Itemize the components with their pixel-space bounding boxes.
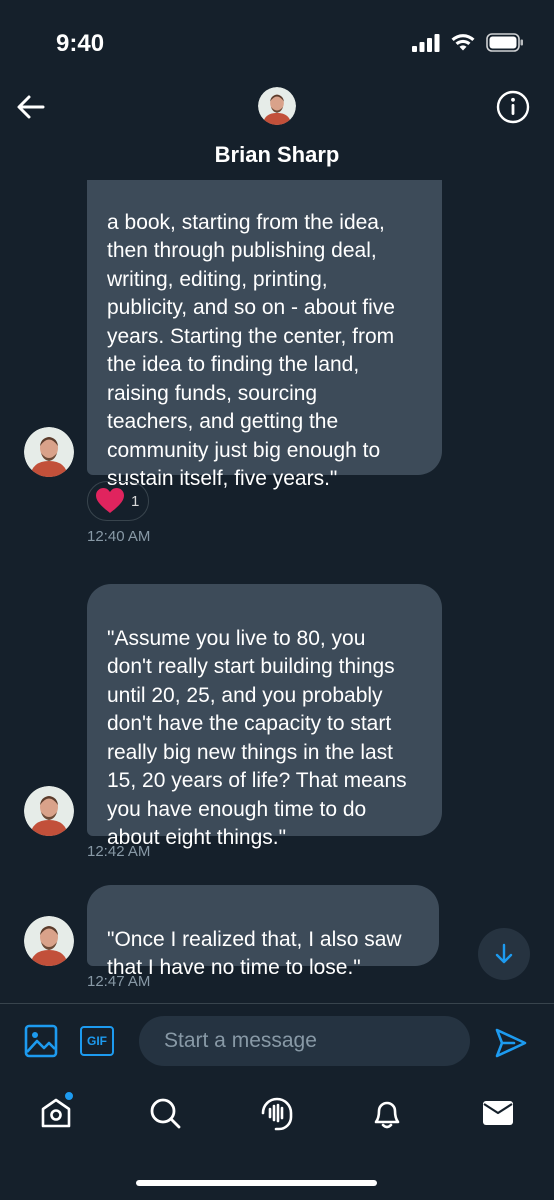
avatar[interactable]	[24, 786, 74, 836]
search-icon	[150, 1098, 181, 1129]
avatar[interactable]	[24, 916, 74, 966]
arrow-down-icon	[495, 943, 513, 964]
message-timestamp: 12:40 AM	[87, 528, 151, 545]
tab-spaces[interactable]	[259, 1095, 295, 1131]
gif-button[interactable]: GIF	[80, 1026, 114, 1056]
avatar-image	[24, 427, 74, 477]
message-input[interactable]: Start a message	[139, 1016, 470, 1066]
home-icon	[41, 1098, 71, 1128]
signal-icon	[412, 33, 440, 57]
message-text: a book, starting from the idea, then thr…	[107, 210, 395, 491]
avatar-image	[24, 916, 74, 966]
message-text: "Once I realized that, I also saw that I…	[107, 927, 402, 980]
status-time: 9:40	[56, 30, 105, 57]
spaces-icon	[261, 1097, 293, 1131]
image-icon	[24, 1024, 58, 1058]
avatar[interactable]	[24, 427, 74, 477]
tab-home[interactable]	[38, 1091, 74, 1131]
battery-icon	[486, 33, 524, 57]
avatar-image	[24, 786, 74, 836]
tab-search[interactable]	[147, 1095, 183, 1131]
wifi-icon	[450, 33, 476, 57]
message-timestamp: 12:47 AM	[87, 973, 151, 990]
contact-name[interactable]: Brian Sharp	[0, 142, 554, 168]
tab-bar	[0, 1080, 554, 1150]
arrow-left-icon	[17, 95, 45, 119]
scroll-to-bottom-button[interactable]	[478, 928, 530, 980]
status-bar: 9:40	[0, 0, 554, 80]
message-composer: GIF Start a message	[0, 1003, 554, 1078]
contact-avatar[interactable]	[258, 87, 296, 125]
heart-icon	[96, 488, 124, 513]
conversation-header: Brian Sharp	[0, 80, 554, 180]
message-bubble[interactable]: a book, starting from the idea, then thr…	[87, 180, 442, 490]
message-timestamp: 12:42 AM	[87, 843, 151, 860]
tab-messages[interactable]	[480, 1095, 516, 1131]
message-bubble[interactable]: "Once I realized that, I also saw that I…	[87, 885, 439, 979]
notifications-icon	[374, 1101, 400, 1129]
reaction-badge[interactable]: 1	[87, 481, 149, 521]
home-indicator	[136, 1180, 377, 1186]
tab-notifications[interactable]	[369, 1095, 405, 1131]
back-button[interactable]	[16, 92, 46, 122]
info-button[interactable]	[496, 90, 530, 124]
message-bubble[interactable]: "Assume you live to 80, you don't really…	[87, 584, 442, 849]
message-text: "Assume you live to 80, you don't really…	[107, 626, 407, 850]
avatar-image	[258, 87, 296, 125]
add-media-button[interactable]	[24, 1024, 58, 1058]
send-button[interactable]	[494, 1026, 528, 1060]
messages-icon	[483, 1101, 513, 1125]
send-icon	[495, 1028, 527, 1058]
info-icon	[496, 90, 530, 124]
status-icons	[412, 33, 524, 57]
reaction-count: 1	[131, 492, 140, 510]
notification-dot	[64, 1091, 74, 1101]
